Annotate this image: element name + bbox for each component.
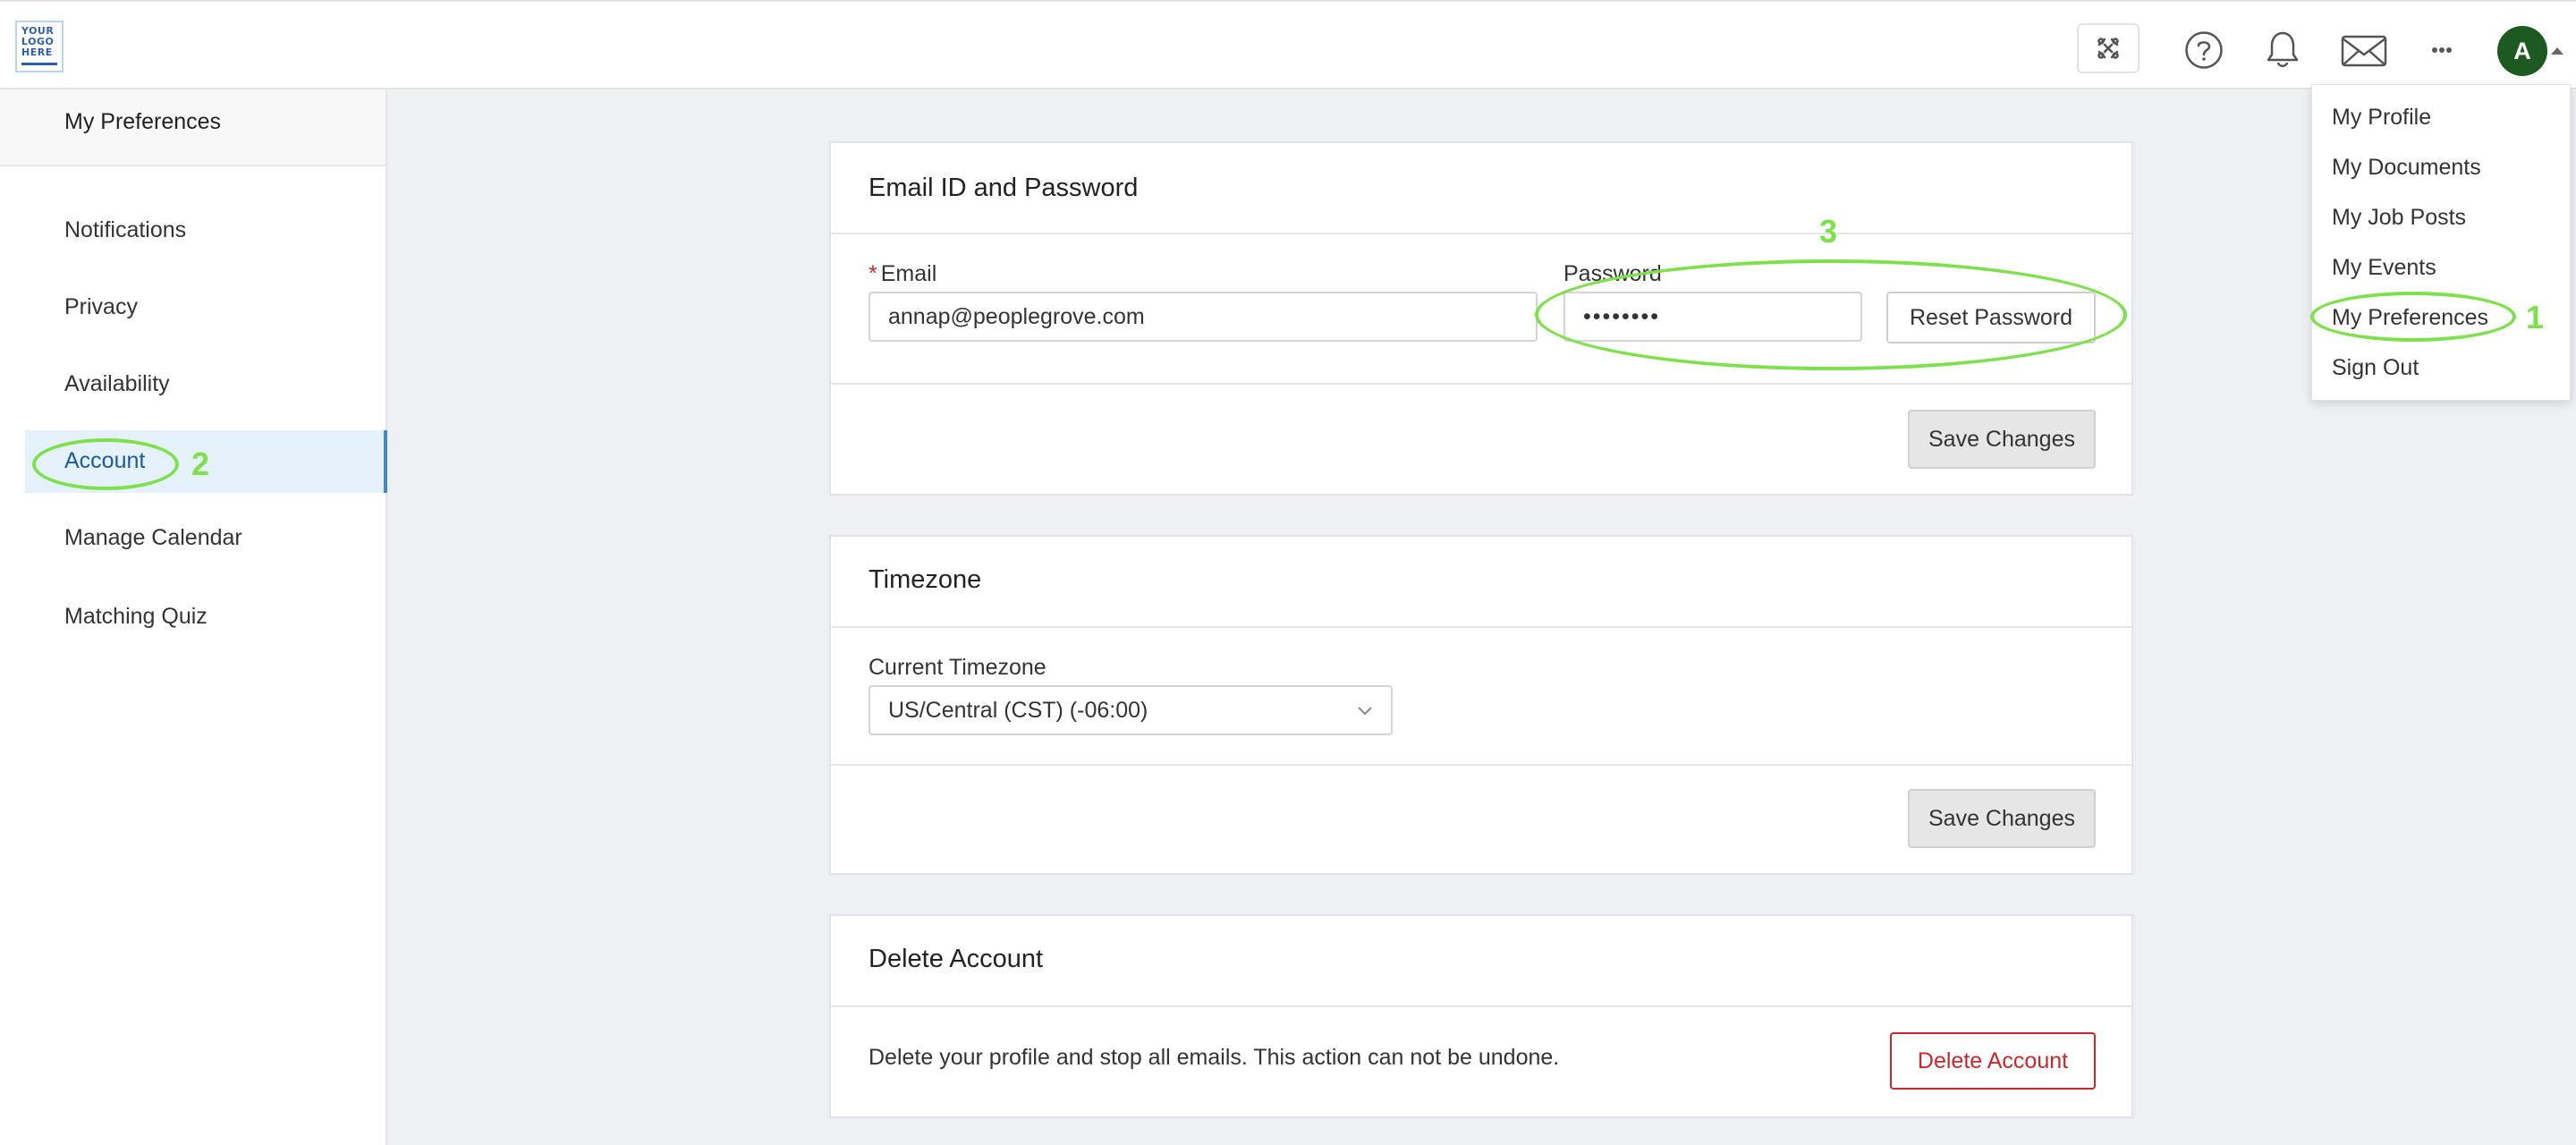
sidebar-item-label: Matching Quiz — [64, 604, 208, 629]
delete-account-button[interactable]: Delete Account — [1890, 1032, 2096, 1090]
menu-item-my-events[interactable]: My Events — [2332, 255, 2436, 281]
sidebar-item-matching-quiz[interactable]: Matching Quiz — [25, 586, 387, 649]
avatar[interactable]: A — [2497, 26, 2547, 76]
sidebar-item-availability[interactable]: Availability — [25, 353, 387, 416]
divider — [831, 626, 2131, 628]
more-icon — [2432, 47, 2452, 53]
avatar-caret-icon[interactable] — [2551, 47, 2563, 55]
timezone-select[interactable]: US/Central (CST) (-06:00) — [869, 685, 1393, 735]
annotation-number-3: 3 — [1819, 213, 1838, 250]
card-title: Timezone — [869, 565, 982, 594]
annotation-number-1: 1 — [2526, 299, 2545, 335]
help-button[interactable] — [2184, 30, 2224, 70]
sidebar-item-label: Manage Calendar — [64, 525, 242, 550]
sidebar: My Preferences Notifications Privacy Ava… — [0, 89, 387, 1145]
menu-item-my-documents[interactable]: My Documents — [2332, 155, 2481, 181]
logo-underline — [21, 63, 57, 65]
sidebar-item-label: Notifications — [64, 217, 187, 242]
password-label: Password — [1563, 261, 1662, 286]
sidebar-header: My Preferences — [0, 89, 386, 166]
bell-icon — [2267, 31, 2299, 67]
messages-button[interactable] — [2340, 34, 2388, 68]
timezone-card: Timezone Current Timezone US/Central (CS… — [829, 535, 2133, 875]
sidebar-title: My Preferences — [64, 109, 222, 134]
delete-account-description: Delete your profile and stop all emails.… — [869, 1045, 1560, 1070]
card-title: Email ID and Password — [869, 174, 1139, 202]
card-title: Delete Account — [869, 945, 1044, 973]
menu-item-my-profile[interactable]: My Profile — [2332, 105, 2431, 131]
sidebar-item-label: Privacy — [64, 294, 138, 319]
email-password-card: Email ID and Password * Email annap@peopl… — [829, 141, 2133, 496]
divider — [831, 764, 2131, 766]
email-label-text: Email — [880, 261, 937, 286]
apps-icon — [2097, 38, 2119, 59]
save-changes-button[interactable]: Save Changes — [1908, 410, 2096, 469]
sidebar-item-manage-calendar[interactable]: Manage Calendar — [25, 507, 387, 570]
required-marker: * — [869, 261, 877, 286]
chevron-down-icon — [1358, 707, 1372, 716]
menu-item-my-preferences[interactable]: My Preferences — [2332, 305, 2488, 331]
mail-icon — [2341, 35, 2387, 67]
logo-icon[interactable]: YOUR LOGO HERE — [15, 21, 64, 72]
divider — [831, 233, 2131, 234]
menu-item-sign-out[interactable]: Sign Out — [2332, 355, 2419, 381]
email-field[interactable]: annap@peoplegrove.com — [869, 292, 1538, 342]
timezone-selected-value: US/Central (CST) (-06:00) — [888, 697, 1148, 723]
reset-password-button[interactable]: Reset Password — [1886, 292, 2096, 344]
annotation-number-2: 2 — [191, 445, 210, 482]
password-field[interactable]: •••••••• — [1563, 292, 1862, 342]
save-changes-button[interactable]: Save Changes — [1908, 789, 2096, 848]
logo-text: YOUR LOGO HERE — [21, 25, 55, 58]
timezone-label: Current Timezone — [869, 655, 1046, 680]
divider — [831, 1005, 2131, 1007]
notifications-button[interactable] — [2263, 29, 2302, 70]
sidebar-item-label: Account — [64, 448, 146, 473]
help-icon — [2185, 31, 2223, 69]
delete-account-card: Delete Account Delete your profile and s… — [829, 914, 2133, 1118]
sidebar-item-label: Availability — [64, 371, 170, 396]
more-button[interactable] — [2426, 39, 2458, 61]
user-menu-dropdown: My Profile My Documents My Job Posts My … — [2311, 84, 2571, 401]
sidebar-item-notifications[interactable]: Notifications — [25, 199, 387, 262]
sidebar-item-privacy[interactable]: Privacy — [25, 276, 387, 339]
menu-item-my-job-posts[interactable]: My Job Posts — [2332, 205, 2466, 231]
divider — [831, 383, 2131, 385]
email-label: * Email — [869, 261, 936, 287]
top-bar: YOUR LOGO HERE A — [0, 0, 2576, 89]
apps-button[interactable] — [2077, 23, 2140, 73]
